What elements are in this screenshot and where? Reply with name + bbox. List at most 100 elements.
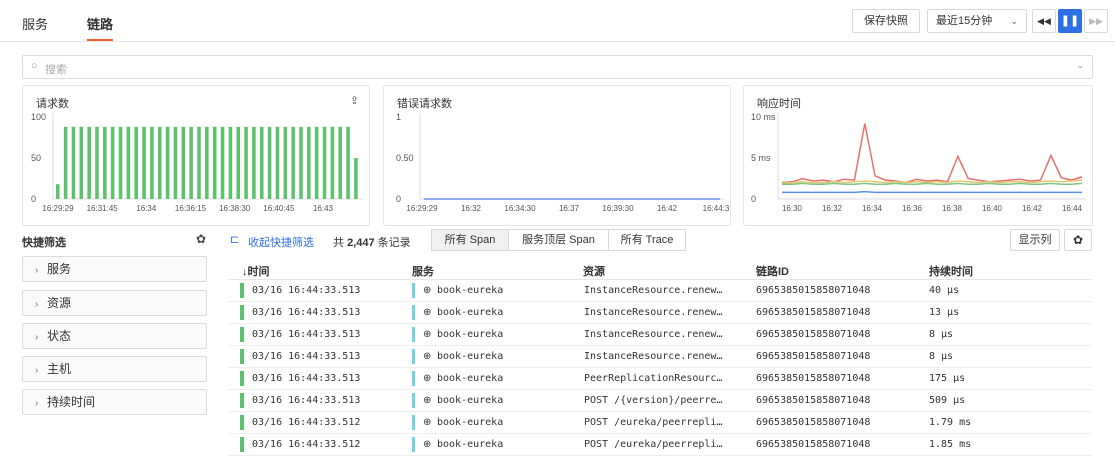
col-trace-id[interactable]: 链路ID xyxy=(756,263,789,279)
segment-all-spans[interactable]: 所有 Span xyxy=(431,229,509,251)
bar xyxy=(205,126,209,199)
status-bar xyxy=(240,349,244,364)
gear-icon: ✿ xyxy=(1072,233,1084,247)
row-time: 03/16 16:44:33.512 xyxy=(252,417,361,428)
chevron-right-icon: › xyxy=(35,365,39,376)
col-time[interactable]: ↓时间 xyxy=(242,263,270,279)
filter-service[interactable]: › 服务 xyxy=(22,256,207,282)
col-duration[interactable]: 持续时间 xyxy=(929,263,973,279)
chevron-right-icon: › xyxy=(35,398,39,409)
filter-status[interactable]: › 状态 xyxy=(22,323,207,349)
row-service: book-eureka xyxy=(437,329,504,340)
row-trace-id: 6965385015858071048 xyxy=(756,417,871,428)
forward-button[interactable]: ▶▶ xyxy=(1084,9,1108,33)
bar xyxy=(56,184,60,199)
bar xyxy=(165,126,170,199)
status-bar xyxy=(240,305,244,320)
globe-icon: ⊕ xyxy=(423,373,432,384)
row-resource: InstanceResource.renew… xyxy=(584,285,723,296)
x-tick-label: 16:36:15 xyxy=(175,204,207,213)
y-tick-label: 5 ms xyxy=(751,153,771,163)
row-trace-id: 6965385015858071048 xyxy=(756,395,871,406)
col-resource[interactable]: 资源 xyxy=(583,263,605,279)
time-range-value: 最近15分钟 xyxy=(936,15,993,27)
table-row[interactable]: 03/16 16:44:33.513 ⊕ book-eureka PeerReplic… xyxy=(228,368,1092,390)
collapse-icon[interactable]: ⊏ xyxy=(230,233,239,246)
row-resource: InstanceResource.renew… xyxy=(584,351,723,362)
table-row[interactable]: 03/16 16:44:33.512 ⊕ book-eureka POST /eure… xyxy=(228,434,1092,456)
series-line xyxy=(782,182,1083,185)
bar xyxy=(283,126,288,199)
bar xyxy=(260,126,264,199)
row-trace-id: 6965385015858071048 xyxy=(756,329,871,340)
bar xyxy=(87,126,91,199)
x-tick-label: 16:44 xyxy=(1062,204,1083,213)
bar xyxy=(291,126,295,199)
gear-icon[interactable]: ✿ xyxy=(196,232,206,246)
tab-services[interactable]: 服务 xyxy=(22,14,48,33)
col-service[interactable]: 服务 xyxy=(412,263,434,279)
segment-all-traces[interactable]: 所有 Trace xyxy=(608,229,686,251)
show-columns-button[interactable]: 显示列 xyxy=(1010,229,1060,251)
row-time: 03/16 16:44:33.513 xyxy=(252,395,361,406)
table-row[interactable]: 03/16 16:44:33.513 ⊕ book-eureka InstanceRe… xyxy=(228,280,1092,302)
globe-icon: ⊕ xyxy=(423,351,432,362)
filter-host[interactable]: › 主机 xyxy=(22,356,207,382)
globe-icon: ⊕ xyxy=(423,307,432,318)
y-tick-label: 0.50 xyxy=(396,153,414,163)
search-box[interactable]: ○ 搜索 ⌄ xyxy=(22,55,1093,79)
collapse-filters-link[interactable]: 收起快捷筛选 xyxy=(248,234,314,250)
row-resource: POST /eureka/peerrepli… xyxy=(584,417,723,428)
filter-duration[interactable]: › 持续时间 xyxy=(22,389,207,415)
status-bar xyxy=(240,415,244,430)
row-service: book-eureka xyxy=(437,417,504,428)
search-input[interactable]: 搜索 xyxy=(45,61,67,77)
rewind-button[interactable]: ◀◀ xyxy=(1032,9,1056,33)
row-trace-id: 6965385015858071048 xyxy=(756,285,871,296)
filter-resource[interactable]: › 资源 xyxy=(22,290,207,316)
table-row[interactable]: 03/16 16:44:33.513 ⊕ book-eureka POST /{ver… xyxy=(228,390,1092,412)
total-count: 共 2,447 条记录 xyxy=(333,237,411,249)
save-snapshot-button[interactable]: 保存快照 xyxy=(852,9,920,33)
x-tick-label: 16:42 xyxy=(657,204,678,213)
row-duration: 509 µs xyxy=(929,395,966,406)
bar xyxy=(95,126,99,199)
x-tick-label: 16:32 xyxy=(822,204,843,213)
chart-errors: 错误请求数 1 0.50 0 16:29:29 16:32 16:34:30 16:37 16… xyxy=(383,85,731,226)
bar xyxy=(173,126,178,199)
y-tick-label: 1 xyxy=(396,112,401,122)
x-tick-label: 16:39:30 xyxy=(602,204,634,213)
table-settings-button[interactable]: ✿ xyxy=(1064,229,1092,251)
row-resource: PeerReplicationResourc… xyxy=(584,373,723,384)
table-row[interactable]: 03/16 16:44:33.512 ⊕ book-eureka POST /eure… xyxy=(228,412,1092,434)
row-time: 03/16 16:44:33.513 xyxy=(252,307,361,318)
chevron-right-icon: › xyxy=(35,265,39,276)
time-range-select[interactable]: 最近15分钟 ⌄ xyxy=(927,9,1027,33)
table-row[interactable]: 03/16 16:44:33.513 ⊕ book-eureka InstanceRe… xyxy=(228,324,1092,346)
tab-traces[interactable]: 链路 xyxy=(87,14,113,33)
row-resource: InstanceResource.renew… xyxy=(584,329,723,340)
search-icon: ○ xyxy=(31,60,38,72)
row-trace-id: 6965385015858071048 xyxy=(756,351,871,362)
row-duration: 175 µs xyxy=(929,373,966,384)
x-tick-label: 16:34 xyxy=(136,204,157,213)
bar xyxy=(158,126,162,199)
segment-top-spans[interactable]: 服务顶层 Span xyxy=(508,229,609,251)
x-tick-label: 16:38:30 xyxy=(219,204,251,213)
x-tick-label: 16:29:29 xyxy=(406,204,438,213)
errors-chart-svg: 1 0.50 0 16:29:29 16:32 16:34:30 16:37 16:39:30… xyxy=(396,112,730,213)
table-header: ↓时间 服务 资源 链路ID 持续时间 xyxy=(228,258,1092,280)
bar xyxy=(330,126,335,199)
x-tick-label: 16:29:29 xyxy=(42,204,74,213)
bar xyxy=(71,126,76,199)
bar xyxy=(267,126,272,199)
y-tick-label: 0 xyxy=(396,194,401,204)
table-row[interactable]: 03/16 16:44:33.513 ⊕ book-eureka InstanceRe… xyxy=(228,346,1092,368)
table-row[interactable]: 03/16 16:44:33.513 ⊕ book-eureka InstanceRe… xyxy=(228,302,1092,324)
latency-chart-svg: 10 ms 5 ms 0 16:30 16:32 16:34 16:36 16:38 16:40… xyxy=(751,112,1086,213)
active-tab-indicator xyxy=(87,39,113,41)
row-service: book-eureka xyxy=(437,307,504,318)
pause-button[interactable]: ❚❚ xyxy=(1058,9,1082,33)
service-color-bar xyxy=(412,393,415,408)
bar xyxy=(338,126,342,199)
